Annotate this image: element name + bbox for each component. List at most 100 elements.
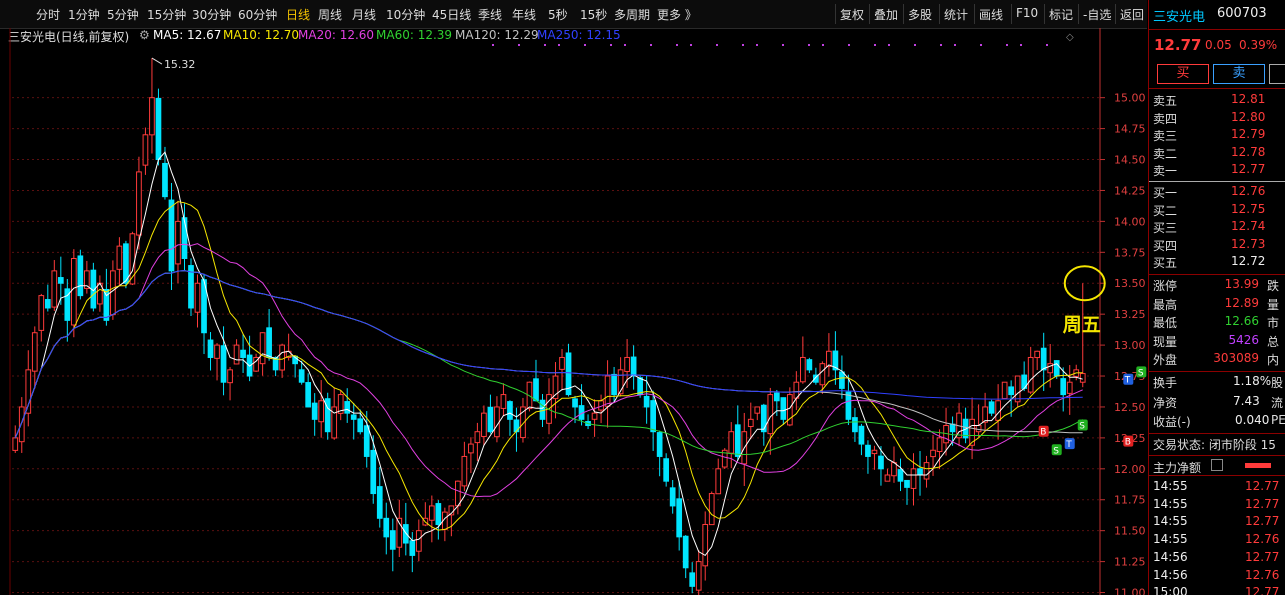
candle bbox=[305, 373, 312, 408]
tick-row: 14:55 12.77 bbox=[1153, 497, 1279, 515]
y-tick-label: 12.50 bbox=[1114, 401, 1146, 414]
candle bbox=[741, 412, 748, 486]
tick-price: 12.77 bbox=[1245, 496, 1280, 511]
period-toolbar: 分时 1分钟 5分钟 15分钟 30分钟 60分钟 日线 周线 月线 10分钟 45日线 季线 年线 5秒… bbox=[0, 0, 1147, 29]
candle bbox=[715, 458, 722, 495]
diamond-icon[interactable]: ◇ bbox=[1066, 32, 1074, 43]
candle bbox=[461, 441, 468, 492]
y-tick-label: 13.50 bbox=[1114, 277, 1146, 290]
period-11[interactable]: 季线 bbox=[478, 6, 502, 23]
ask-label: 卖二 bbox=[1153, 146, 1178, 161]
tool-button-1[interactable]: 叠加 bbox=[874, 6, 898, 23]
stat-tail: 跌 bbox=[1267, 279, 1280, 293]
candle bbox=[31, 326, 38, 389]
stock-name: 三安光电 bbox=[1153, 10, 1206, 25]
tool-button-5[interactable]: F10 bbox=[1016, 6, 1038, 20]
ma-line bbox=[14, 243, 1083, 498]
ask-row: 卖三 12.79 bbox=[1153, 127, 1265, 145]
stat-row: 外盘 303089 内 bbox=[1153, 351, 1279, 369]
tick-time: 14:55 bbox=[1153, 479, 1188, 493]
tool-button-3[interactable]: 统计 bbox=[944, 6, 968, 23]
candle bbox=[383, 502, 390, 555]
tick-price: 12.76 bbox=[1245, 567, 1280, 582]
tick-row: 14:55 12.76 bbox=[1153, 532, 1279, 550]
ask-label: 卖四 bbox=[1153, 111, 1178, 126]
more-button[interactable] bbox=[1269, 64, 1285, 84]
stat-label: 涨停 bbox=[1153, 279, 1178, 293]
period-12[interactable]: 年线 bbox=[512, 6, 536, 23]
candle bbox=[64, 278, 71, 342]
period-10[interactable]: 45日线 bbox=[432, 6, 471, 23]
stat-value: 12.66 bbox=[1224, 314, 1260, 328]
tool-button-8[interactable]: 返回 bbox=[1120, 6, 1144, 23]
kline-chart[interactable]: 15.00 14.75 14.50 14.25 14.00 13.75 13.50 13.25… bbox=[0, 28, 1147, 595]
tool-button-7[interactable]: -自选 bbox=[1083, 6, 1111, 23]
list-icon[interactable] bbox=[1211, 459, 1223, 471]
period-2[interactable]: 5分钟 bbox=[107, 6, 139, 23]
tool-button-2[interactable]: 多股 bbox=[908, 6, 932, 23]
tool-button-4[interactable]: 画线 bbox=[979, 6, 1003, 23]
period-6[interactable]: 日线 bbox=[286, 6, 310, 23]
tick-time: 14:55 bbox=[1153, 532, 1188, 547]
candle bbox=[891, 446, 897, 483]
period-3[interactable]: 15分钟 bbox=[147, 6, 186, 23]
candle bbox=[149, 58, 155, 154]
stat-value: 12.89 bbox=[1224, 295, 1260, 310]
event-marker bbox=[914, 44, 916, 46]
divider bbox=[1149, 181, 1285, 182]
candle bbox=[97, 275, 103, 312]
candle bbox=[904, 479, 910, 505]
period-1[interactable]: 1分钟 bbox=[68, 6, 100, 23]
toolbar-separator bbox=[939, 4, 940, 24]
period-9[interactable]: 10分钟 bbox=[386, 6, 425, 23]
candle bbox=[663, 453, 670, 487]
candle bbox=[552, 362, 559, 419]
candle bbox=[233, 339, 240, 365]
candle bbox=[962, 407, 969, 444]
period-4[interactable]: 30分钟 bbox=[192, 6, 231, 23]
stat-row: 收益(-) 0.040 PE bbox=[1153, 413, 1285, 431]
candle bbox=[77, 249, 84, 300]
period-15[interactable]: 多周期 bbox=[614, 6, 650, 23]
candle bbox=[318, 380, 325, 438]
event-marker bbox=[716, 44, 718, 46]
period-14[interactable]: 15秒 bbox=[580, 6, 607, 23]
ask-label: 卖三 bbox=[1153, 129, 1178, 144]
bid-price: 12.75 bbox=[1231, 201, 1266, 216]
candle bbox=[604, 360, 611, 428]
candle bbox=[240, 334, 246, 374]
high-marker bbox=[151, 57, 163, 65]
buy-button[interactable]: 买 bbox=[1157, 64, 1209, 84]
y-tick-label: 14.00 bbox=[1114, 215, 1146, 228]
toolbar-separator bbox=[1115, 4, 1116, 24]
y-tick-label: 13.00 bbox=[1114, 339, 1146, 352]
svg-text:T: T bbox=[1124, 376, 1131, 386]
quote-panel: 三安光电 600703 12.77 0.05 0.39% 买卖卖五 12.81 卖四 12.80… bbox=[1148, 0, 1285, 595]
net-bar bbox=[1245, 463, 1271, 468]
event-marker bbox=[518, 44, 520, 46]
period-5[interactable]: 60分钟 bbox=[238, 6, 277, 23]
period-8[interactable]: 月线 bbox=[352, 6, 376, 23]
y-tick-label: 12.00 bbox=[1114, 463, 1146, 476]
y-tick-label: 11.25 bbox=[1114, 556, 1146, 569]
stat-label: 换手 bbox=[1153, 376, 1178, 390]
signal-badge: T bbox=[1064, 438, 1075, 450]
candle bbox=[168, 182, 175, 290]
sell-button[interactable]: 卖 bbox=[1213, 64, 1265, 84]
period-0[interactable]: 分时 bbox=[36, 6, 60, 23]
period-13[interactable]: 5秒 bbox=[548, 6, 568, 23]
period-16[interactable]: 更多 》 bbox=[657, 6, 697, 23]
tool-button-0[interactable]: 复权 bbox=[840, 6, 864, 23]
candle bbox=[1001, 381, 1008, 399]
bid-price: 12.73 bbox=[1231, 236, 1266, 251]
candle bbox=[598, 394, 604, 424]
candle bbox=[643, 375, 650, 424]
candle bbox=[1027, 346, 1034, 395]
tool-button-6[interactable]: 标记 bbox=[1049, 6, 1073, 23]
bid-price: 12.72 bbox=[1231, 254, 1266, 269]
candle bbox=[279, 343, 285, 378]
candle bbox=[1060, 367, 1067, 412]
candle bbox=[18, 397, 25, 453]
period-7[interactable]: 周线 bbox=[318, 6, 342, 23]
candle bbox=[84, 260, 90, 294]
